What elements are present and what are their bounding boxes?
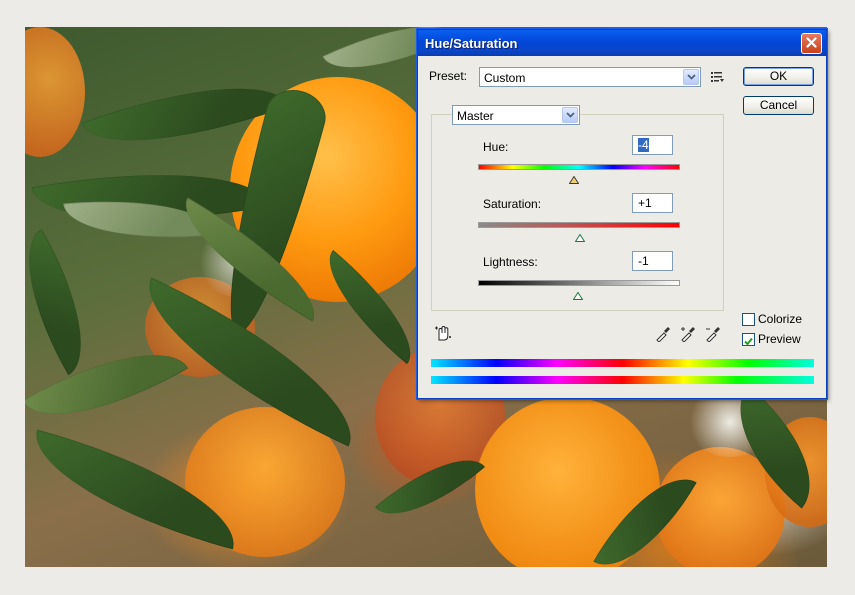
orange-blurred	[25, 27, 85, 157]
ok-button[interactable]: OK	[743, 67, 814, 86]
eyedropper-plus-icon[interactable]	[680, 326, 696, 347]
preset-label: Preset:	[429, 69, 468, 83]
saturation-slider-track[interactable]	[478, 222, 680, 228]
lightness-slider-track[interactable]	[478, 280, 680, 286]
hue-slider-track[interactable]	[478, 164, 680, 170]
preset-options-icon[interactable]	[711, 70, 725, 88]
preset-select[interactable]: Custom	[479, 67, 701, 87]
preview-checkbox[interactable]	[742, 333, 755, 346]
lightness-input[interactable]: -1	[632, 251, 673, 271]
channel-value: Master	[457, 109, 494, 123]
hue-value: -4	[638, 138, 649, 152]
output-color-bar	[431, 376, 814, 384]
close-button[interactable]	[801, 33, 822, 54]
preview-label: Preview	[758, 332, 801, 346]
title-bar[interactable]: Hue/Saturation	[418, 30, 826, 56]
chevron-down-icon	[683, 69, 699, 85]
leaf	[25, 228, 112, 376]
on-image-adjust-icon[interactable]	[434, 324, 452, 347]
colorize-label: Colorize	[758, 312, 803, 326]
hue-input[interactable]: -4	[632, 135, 673, 155]
cancel-button[interactable]: Cancel	[743, 96, 814, 115]
hue-saturation-dialog: Hue/Saturation Preset: Custom OK Cancel …	[417, 29, 827, 399]
colorize-checkbox[interactable]	[742, 313, 755, 326]
chevron-down-icon	[562, 107, 578, 123]
close-icon	[806, 35, 817, 53]
saturation-label: Saturation:	[483, 197, 542, 211]
preset-value: Custom	[484, 71, 526, 85]
input-color-bar	[431, 359, 814, 367]
hue-label: Hue:	[483, 140, 509, 154]
eyedropper-icon[interactable]	[655, 326, 671, 347]
saturation-input[interactable]: +1	[632, 193, 673, 213]
dialog-title: Hue/Saturation	[425, 36, 518, 51]
eyedropper-minus-icon[interactable]	[705, 326, 721, 347]
lightness-value: -1	[638, 254, 649, 268]
channel-select[interactable]: Master	[452, 105, 580, 125]
checkmark-icon	[744, 337, 753, 346]
saturation-value: +1	[638, 196, 652, 210]
lightness-label: Lightness:	[483, 255, 538, 269]
